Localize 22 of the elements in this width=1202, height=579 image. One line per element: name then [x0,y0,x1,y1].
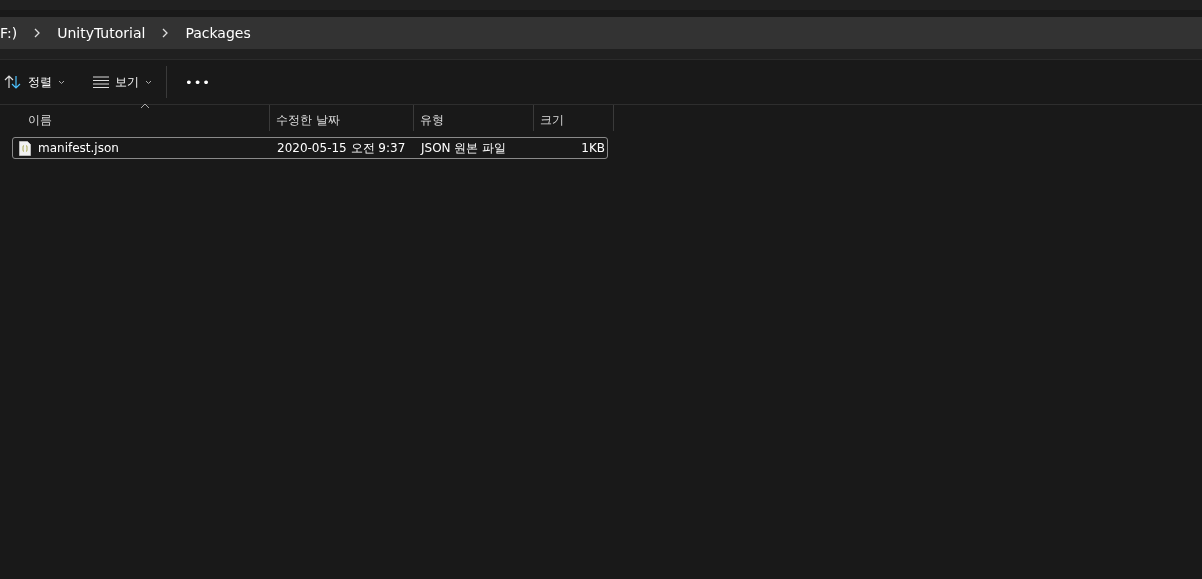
file-name: manifest.json [38,141,119,155]
breadcrumb-item[interactable]: UnityTutorial [53,25,150,41]
file-row[interactable]: manifest.json 2020-05-15 오전 9:37 JSON 원본 파일 1KB [12,137,608,159]
list-view-icon [93,76,109,88]
breadcrumb-item[interactable]: Packages [181,25,255,41]
chevron-right-icon [161,28,170,38]
view-button[interactable]: 보기 [89,69,156,95]
file-icon [19,140,31,156]
column-header[interactable]: 수정한 날짜 [270,105,414,131]
breadcrumb-item[interactable]: F:) [0,25,22,41]
caret-icon [145,79,152,85]
file-type: JSON 원본 파일 [419,139,508,157]
caret-icon [58,79,65,85]
column-header[interactable]: 크기 [534,105,614,131]
file-size: 1KB [580,141,606,155]
column-header[interactable]: 이름 [0,105,270,131]
column-header[interactable]: 유형 [414,105,534,131]
sort-arrows-icon [4,75,22,89]
chevron-right-icon [33,28,42,38]
sort-button[interactable]: 정렬 [0,69,69,95]
more-button[interactable]: ••• [181,70,215,94]
modified-date: 2020-05-15 오전 9:37 [276,139,407,157]
